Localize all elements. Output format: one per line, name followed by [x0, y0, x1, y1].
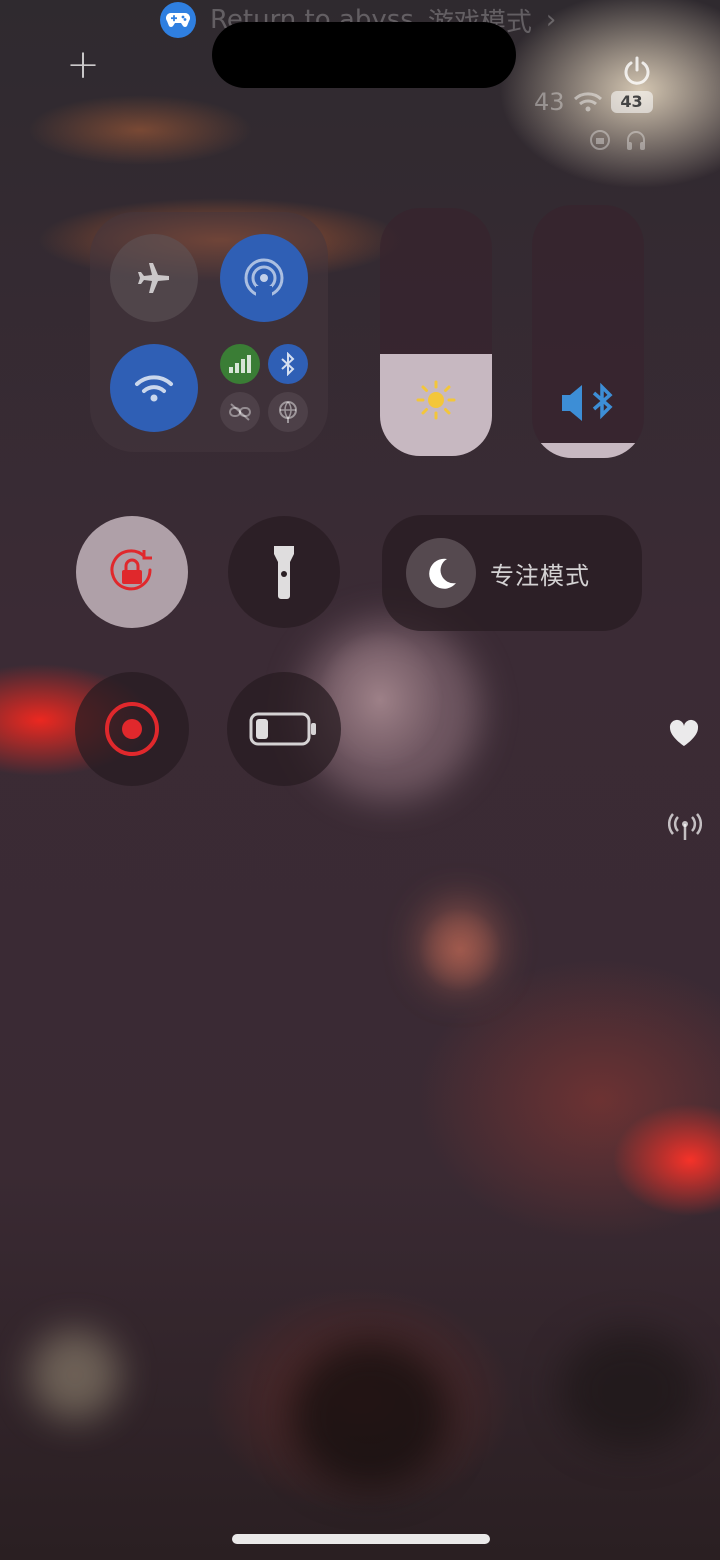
- cellular-toggle[interactable]: [220, 344, 260, 384]
- power-icon: [624, 56, 650, 85]
- wifi-toggle[interactable]: [110, 344, 198, 432]
- hotspot-toggle[interactable]: [220, 392, 260, 432]
- cellular-signal-icon: [229, 355, 251, 373]
- chevron-right-icon: ›: [545, 5, 557, 35]
- focus-mode-label: 专注模式: [490, 561, 590, 590]
- favorites-heart-icon[interactable]: [668, 718, 700, 752]
- bluetooth-speaker-icon: [562, 382, 613, 421]
- battery-status: 43: [610, 91, 653, 113]
- volume-slider[interactable]: [532, 205, 644, 458]
- battery-icon: [249, 712, 316, 746]
- flashlight-toggle[interactable]: [228, 516, 340, 628]
- add-control-button[interactable]: +: [66, 45, 100, 85]
- focus-mode-button[interactable]: 专注模式: [382, 515, 642, 631]
- moon-icon: [406, 538, 476, 608]
- signal-text: 43: [534, 88, 565, 116]
- rotation-lock-icon: [110, 549, 152, 591]
- rotation-lock-toggle[interactable]: [76, 516, 188, 628]
- power-button[interactable]: [620, 54, 654, 88]
- antenna-signal-icon[interactable]: [668, 812, 702, 846]
- rotation-lock-status-icon: [590, 130, 610, 150]
- connectivity-panel: [90, 212, 328, 452]
- brightness-slider[interactable]: [380, 208, 492, 456]
- flashlight-icon: [274, 546, 294, 599]
- headphones-status-icon: [627, 131, 645, 150]
- wifi-status-icon: [573, 92, 602, 112]
- link-icon: [229, 403, 251, 421]
- record-icon: [105, 702, 159, 756]
- globe-icon: [279, 401, 297, 423]
- volume-level: [532, 442, 644, 458]
- airdrop-toggle[interactable]: [220, 234, 308, 322]
- gamepad-icon: [160, 2, 196, 38]
- home-indicator[interactable]: [232, 1534, 490, 1544]
- bluetooth-icon: [281, 352, 295, 376]
- airplane-icon: [138, 263, 169, 293]
- dynamic-island: [212, 22, 516, 88]
- status-icons-row: [588, 128, 648, 152]
- airplane-mode-toggle[interactable]: [110, 234, 198, 322]
- low-power-mode-toggle[interactable]: [227, 672, 341, 786]
- sun-icon: [416, 380, 456, 420]
- wifi-icon: [135, 375, 173, 402]
- status-bar: 43 43: [534, 88, 653, 116]
- vpn-toggle[interactable]: [268, 392, 308, 432]
- bluetooth-toggle[interactable]: [268, 344, 308, 384]
- screen-record-button[interactable]: [75, 672, 189, 786]
- airdrop-icon: [244, 258, 284, 300]
